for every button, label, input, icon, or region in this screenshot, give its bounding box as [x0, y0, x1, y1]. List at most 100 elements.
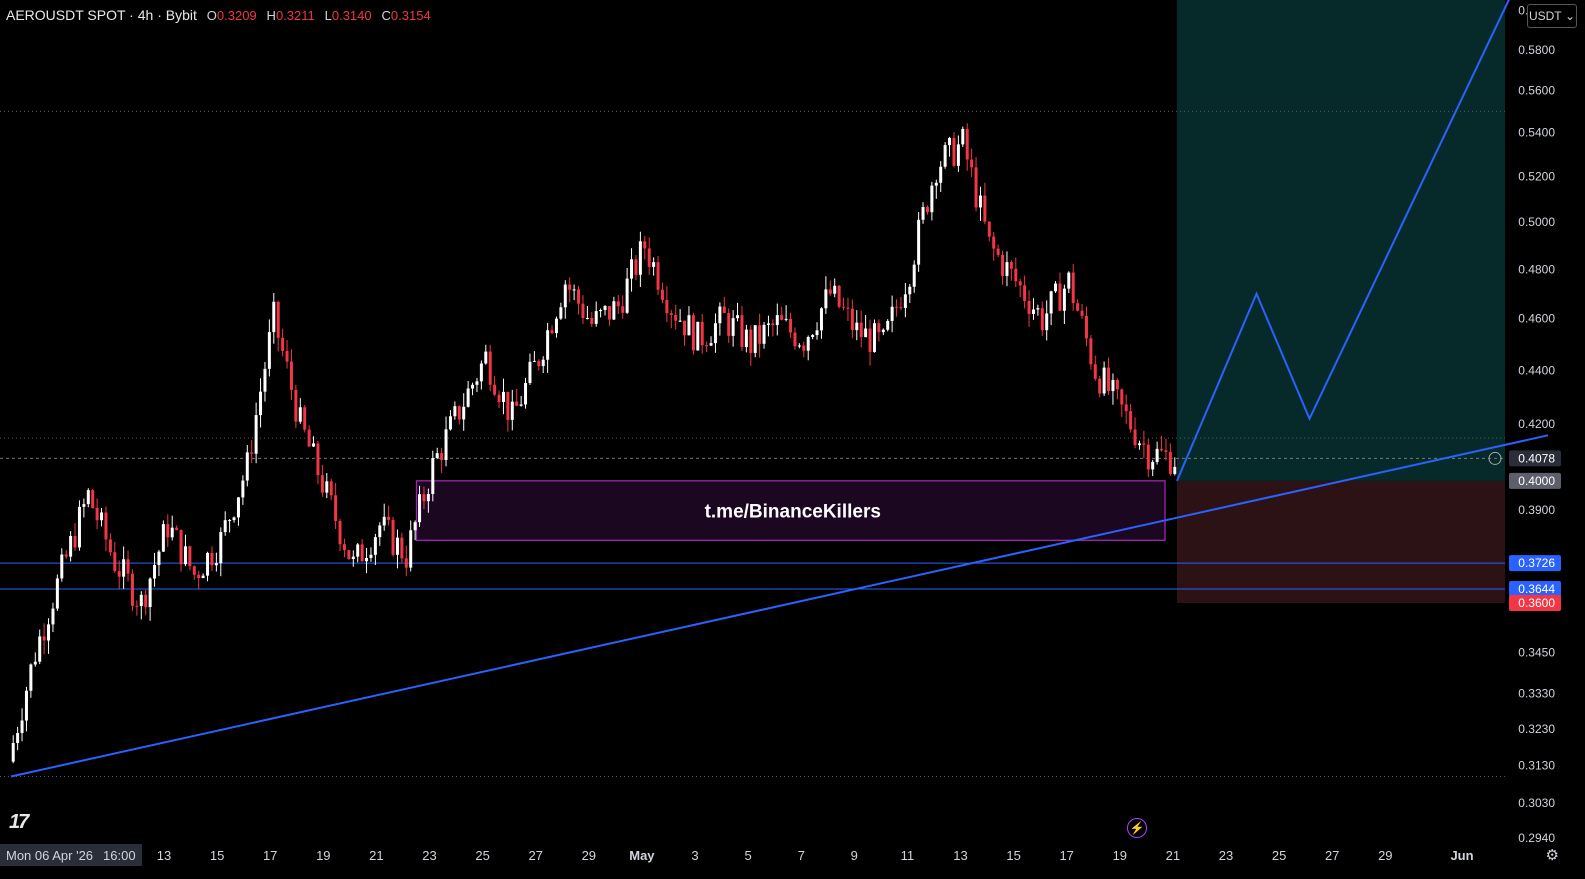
- candle-body: [1168, 451, 1172, 474]
- candle-body: [1080, 310, 1084, 316]
- candle-body: [289, 361, 293, 390]
- candle-body: [263, 368, 267, 392]
- candle-body: [638, 241, 642, 275]
- x-tick-label: 7: [798, 848, 805, 863]
- candle-body: [219, 532, 223, 564]
- y-tick-label: 0.3900: [1518, 503, 1555, 517]
- candle-body: [912, 264, 916, 287]
- candle-body: [175, 527, 179, 530]
- candle-body: [881, 329, 885, 333]
- x-tick-label: May: [629, 848, 655, 863]
- candle-body: [378, 525, 382, 538]
- candle-body: [197, 574, 201, 579]
- candle-body: [925, 207, 929, 213]
- price-tag-label: 0.4000: [1518, 474, 1555, 488]
- candle-body: [69, 535, 73, 557]
- ohlc-close-value: 0.3154: [390, 8, 431, 23]
- x-tick-label: 3: [691, 848, 698, 863]
- candle-body: [148, 578, 152, 607]
- candle-body: [117, 571, 121, 577]
- candle-body: [753, 325, 757, 353]
- candle-body: [1054, 283, 1058, 292]
- lightning-icon[interactable]: ⚡: [1127, 818, 1147, 838]
- candle-body: [1040, 308, 1044, 331]
- candle-body: [594, 311, 598, 324]
- candle-body: [510, 401, 514, 420]
- candle-body: [38, 636, 42, 662]
- candle-body: [1071, 272, 1075, 304]
- x-tick-label: 23: [422, 848, 436, 863]
- candle-body: [73, 535, 77, 548]
- candle-body: [183, 546, 187, 565]
- candle-body: [1124, 404, 1128, 412]
- x-tick-label: 27: [1325, 848, 1339, 863]
- y-tick-label: 0.5600: [1518, 84, 1555, 98]
- candle-body: [846, 307, 850, 309]
- candle-body: [435, 453, 439, 458]
- x-tick-label: 11: [901, 848, 915, 863]
- candle-body: [1107, 367, 1111, 392]
- candle-body: [727, 312, 731, 336]
- candle-body: [740, 315, 744, 347]
- candle-body: [329, 481, 333, 496]
- candle-body: [373, 537, 377, 555]
- candle-body: [475, 381, 479, 385]
- candle-body: [546, 330, 550, 360]
- candle-body: [621, 306, 625, 313]
- candle-body: [643, 241, 647, 249]
- candle-body: [241, 480, 245, 498]
- y-tick-label: 0.2940: [1518, 831, 1555, 845]
- candle-body: [126, 559, 130, 574]
- candle-body: [921, 207, 925, 220]
- candle-body: [342, 544, 346, 551]
- candle-body: [705, 345, 709, 347]
- candle-body: [1155, 448, 1159, 462]
- x-tick-label: 15: [1006, 848, 1020, 863]
- candle-body: [758, 325, 762, 344]
- candle-body: [1093, 364, 1097, 379]
- candle-body: [978, 195, 982, 208]
- candle-body: [1133, 429, 1137, 446]
- candle-body: [1001, 254, 1005, 276]
- candle-body: [228, 520, 232, 522]
- candle-body: [250, 452, 254, 454]
- candle-body: [877, 323, 881, 333]
- candle-body: [868, 328, 872, 352]
- y-tick-label: 0.4400: [1518, 363, 1555, 377]
- candle-body: [206, 552, 210, 576]
- candle-body: [113, 552, 117, 572]
- candle-body: [1049, 291, 1053, 314]
- candle-body: [276, 301, 280, 338]
- candle-body: [166, 524, 170, 538]
- candle-body: [939, 166, 943, 183]
- candle-body: [404, 558, 408, 568]
- x-tick-label: 19: [316, 848, 330, 863]
- ohlc-close-label: C: [381, 8, 391, 23]
- candle-body: [859, 322, 863, 338]
- candle-body: [51, 608, 55, 625]
- candle-body: [815, 330, 819, 336]
- candle-body: [108, 539, 112, 553]
- price-tag-label: 0.4078: [1518, 451, 1555, 465]
- tradingview-logo[interactable]: 17: [9, 811, 29, 834]
- candle-body: [312, 443, 316, 447]
- candle-body: [559, 307, 563, 319]
- candle-body: [948, 138, 952, 146]
- candle-body: [616, 301, 620, 307]
- settings-gear-icon[interactable]: ⚙: [1546, 846, 1559, 864]
- x-tick-label: 21: [1166, 848, 1180, 863]
- candle-body: [625, 278, 629, 313]
- candle-body: [47, 624, 51, 641]
- candle-body: [802, 345, 806, 351]
- candle-body: [400, 537, 404, 559]
- candle-body: [537, 360, 541, 367]
- candle-body: [581, 303, 585, 319]
- price-chart[interactable]: t.me/BinanceKillers0.64000.62000.60000.5…: [0, 0, 1585, 879]
- currency-button[interactable]: USDT ⌄: [1527, 4, 1577, 28]
- candle-body: [82, 504, 86, 507]
- candle-body: [771, 323, 775, 326]
- crosshair-time: 16:00: [103, 847, 136, 863]
- y-tick-label: 0.3030: [1518, 796, 1555, 810]
- candle-body: [766, 323, 770, 325]
- candle-body: [634, 259, 638, 275]
